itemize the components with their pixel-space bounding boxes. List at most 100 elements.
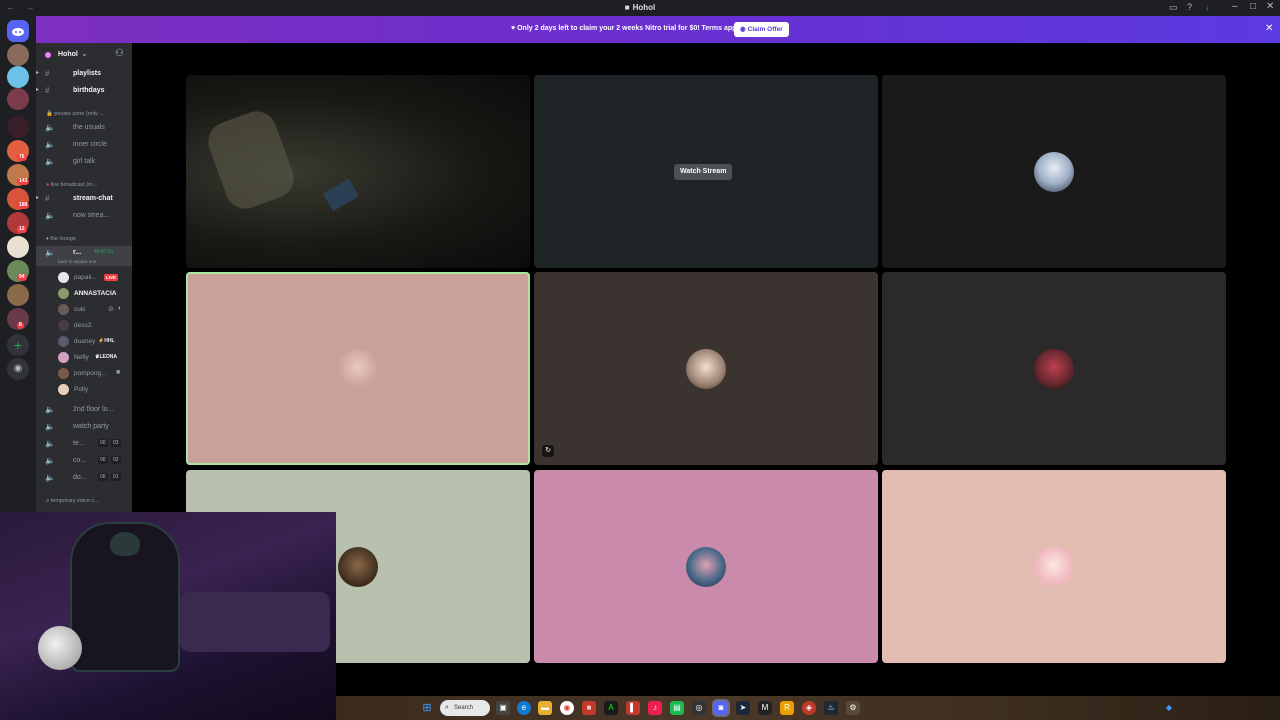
voice-member[interactable]: dess2. [58,319,132,333]
discover-icon[interactable]: ◉ [7,358,29,380]
channel-label: birthdays [73,87,105,94]
video-tile-user[interactable] [534,470,878,663]
taskbar-search[interactable]: ⌕ Search [440,700,490,716]
invite-icon[interactable]: ⚇ [115,48,124,59]
minimize-icon[interactable]: – [1232,1,1238,12]
channel-label: do... [73,474,87,481]
server-avatar[interactable] [7,236,29,258]
download-icon[interactable]: ↓ [1205,2,1210,12]
edge-icon[interactable]: e [517,701,531,715]
banner-message: Only 2 days left to claim your 2 weeks N… [517,25,744,32]
terminal-icon[interactable]: A [604,701,618,715]
member-tag-text: LEONA [99,354,117,360]
mention-badge: 94 [17,274,27,281]
app-icon[interactable]: ▤ [670,701,684,715]
add-server-icon[interactable]: + [7,334,29,356]
channel-playlists[interactable]: ▸ # playlists [36,67,132,81]
discord-home-icon[interactable] [7,20,29,42]
windows-start-icon[interactable]: ⊞ [420,701,434,715]
voice-channel-watch-party[interactable]: 🔈 watch party [36,420,132,434]
voice-member[interactable]: Nefly ♛LEONA [58,351,132,365]
category-temporary[interactable]: ≡ temporary voice c... [46,498,99,504]
steam-icon[interactable]: ➤ [736,701,750,715]
app-icon[interactable]: M [758,701,772,715]
active-voice-channel[interactable]: 🔈 r... 46:47:51 back to square one [36,246,132,266]
server-avatar[interactable] [7,284,29,306]
voice-channel-te[interactable]: 🔈 te... 00 03 [36,437,132,451]
caret-icon: ▸ [36,195,40,201]
live-badge: LIVE [104,274,119,281]
tray-icon[interactable]: ◆ [1162,701,1176,715]
category-private[interactable]: 🔒 private zone (only ... [46,111,104,117]
server-avatar[interactable] [7,44,29,66]
channel-sidebar: Hohol ⌄ ⚇ ▸ # playlists ▸ # birthdays 🔒 … [36,43,132,513]
video-tile-user[interactable] [882,272,1226,465]
chrome-icon[interactable]: ◉ [560,701,574,715]
camera-feed-shape [202,105,300,215]
avatar [58,352,69,363]
watch-stream-button[interactable]: Watch Stream [674,164,733,180]
help-icon[interactable]: ? [1187,2,1192,12]
taskbar: ⊞ ⌕ Search ▣ e ▬ ◉ ▦ A ▌ ♪ ▤ ◎ ◙ ➤ M R ◈ … [336,696,1280,720]
task-view-icon[interactable]: ▣ [496,701,510,715]
claim-offer-button[interactable]: ◉ Claim Offer [734,22,789,37]
speaker-icon: 🔈 [45,456,55,465]
inbox-icon[interactable]: ▭ [1169,2,1178,13]
app-icon[interactable]: ▦ [582,701,596,715]
voice-channel-now-streaming[interactable]: 🔈 now strea... [36,209,132,223]
video-tile-camera[interactable] [186,75,530,268]
close-window-icon[interactable]: ✕ [1266,1,1274,12]
folder-icon[interactable]: ▬ [538,701,552,715]
voice-channel-inner-circle[interactable]: 🔈 inner circle [36,138,132,152]
video-tile-user[interactable]: ↻ [534,272,878,465]
tiktok-icon[interactable]: ♪ [648,701,662,715]
voice-channel-do[interactable]: 🔈 do... 00 01 [36,471,132,485]
voice-member[interactable]: Polly [58,383,132,397]
app-icon[interactable]: R [780,701,794,715]
voice-member[interactable]: duaney ⚡HHL [58,335,132,349]
channel-stream-chat[interactable]: ▸ # stream-chat [36,192,132,206]
user-count: 00 [98,439,108,447]
search-icon: ⌕ [445,704,449,711]
app-icon[interactable]: ◎ [692,701,706,715]
avatar [58,336,69,347]
camera-icon: ■ [116,369,121,376]
voice-member[interactable]: papaii... LIVE [58,271,132,285]
member-name: cuki [74,306,86,313]
app-icon[interactable]: ◈ [802,701,816,715]
window-title: ■ Hohol [0,3,1280,12]
speaker-icon: 🔈 [45,422,55,431]
server-avatar[interactable] [7,66,29,88]
video-tile-user[interactable] [882,470,1226,663]
banner-text: ♥ Only 2 days left to claim your 2 weeks… [511,25,744,32]
video-tile-stream[interactable]: Watch Stream [534,75,878,268]
server-header[interactable]: Hohol ⌄ ⚇ [36,43,132,67]
server-avatar[interactable] [7,88,29,110]
discord-taskbar-icon[interactable]: ◙ [714,701,728,715]
user-limit: 03 [111,439,121,447]
video-tile-user-speaking[interactable] [186,272,530,465]
close-banner-icon[interactable]: ✕ [1265,23,1273,34]
server-avatar[interactable] [7,116,29,138]
microphone-icon [38,626,82,670]
video-tile-user[interactable] [882,75,1226,268]
category-live[interactable]: ● live broadcast (m... [46,182,97,188]
maximize-icon[interactable]: □ [1250,1,1256,12]
settings-gear-icon[interactable]: ⚙ [846,701,860,715]
voice-channel-the-usuals[interactable]: 🔈 the usuals [36,121,132,135]
app-icon[interactable]: ▌ [626,701,640,715]
voice-member[interactable]: cuki ⊘ ◐ [58,303,132,317]
channel-birthdays[interactable]: ▸ # birthdays [36,84,132,98]
channel-label: girl talk [73,158,96,165]
category-lounge[interactable]: ♦ the lounge [46,236,76,242]
screen-share-icon: ↻ [542,445,554,457]
avatar [1034,348,1074,389]
steam-icon[interactable]: ♨ [824,701,838,715]
voice-member[interactable]: pompong... ■ [58,367,132,381]
voice-channel-co[interactable]: 🔈 co... 00 02 [36,454,132,468]
voice-member[interactable]: ANNASTACIA [58,287,132,301]
voice-channel-2nd-floor[interactable]: 🔈 2nd floor lo... [36,403,132,417]
voice-channel-girl-talk[interactable]: 🔈 girl talk [36,155,132,169]
user-limit: 02 [111,456,121,464]
member-name: dess2. [74,322,94,329]
